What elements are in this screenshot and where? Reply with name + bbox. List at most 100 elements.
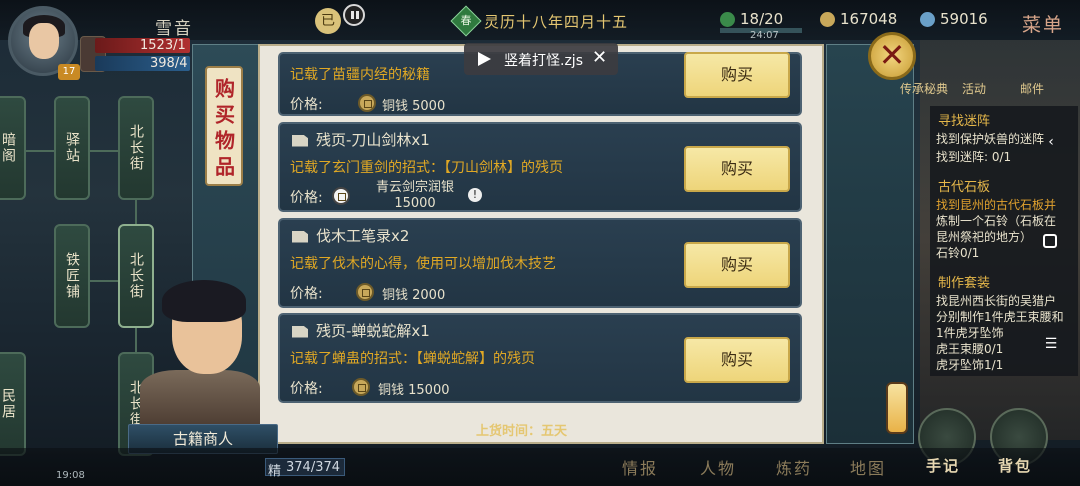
quest-title: 寻找迷阵	[938, 114, 991, 129]
pause-button[interactable]	[343, 4, 365, 26]
merchant-body	[140, 370, 260, 430]
recording-filename: 竖着打怪.zjs	[504, 53, 583, 69]
copper-coin-icon	[352, 378, 370, 396]
info-icon[interactable]: !	[468, 188, 482, 202]
map-node-label: 民居	[0, 388, 16, 420]
map-node-label: 铁匠铺	[64, 252, 80, 300]
shop-tab-buy[interactable]: 购买物品	[205, 66, 243, 186]
item-title-text: 残页-刀山剑林x1	[316, 131, 430, 149]
lantern-icon	[886, 382, 908, 434]
close-recording-icon[interactable]: ✕	[592, 47, 607, 68]
bottom-bar	[0, 448, 1080, 486]
quest-line: 分别制作1件虎王束腰和	[936, 310, 1064, 324]
price-label: 价格:	[290, 190, 323, 206]
nav-notebook[interactable]: 手记	[926, 455, 960, 476]
nav-map[interactable]: 地图	[850, 455, 886, 479]
map-node-beichangjie[interactable]: 北长街	[118, 96, 154, 200]
buy-button[interactable]: 购买	[684, 242, 790, 288]
book-icon	[292, 325, 308, 338]
buy-button[interactable]: 购买	[684, 146, 790, 192]
chevron-left-icon[interactable]: ‹	[1043, 134, 1059, 150]
hp-value: 1523/1	[140, 38, 186, 53]
events-label[interactable]: 活动	[962, 80, 986, 97]
avatar-face	[29, 23, 59, 59]
book-icon	[292, 230, 308, 243]
map-node-label: 驿站	[64, 132, 80, 164]
item-price: 青云剑宗润银 15000	[375, 180, 454, 211]
silver-value: 59016	[940, 10, 988, 28]
map-node-minju[interactable]: 民居	[0, 352, 26, 456]
item-title: 残页-刀山剑林x1	[292, 129, 430, 150]
map-node-label: 暗阁	[0, 132, 16, 164]
item-title: 伐木工笔录x2	[292, 225, 409, 246]
map-node-label: 北长街	[128, 124, 144, 172]
game-date: 灵历十八年四月十五	[484, 13, 629, 31]
stamina-value: 18/20	[740, 10, 784, 28]
buy-button[interactable]: 购买	[684, 52, 790, 98]
copper-coin-icon	[358, 94, 376, 112]
square-icon[interactable]	[1043, 234, 1057, 248]
nav-intel[interactable]: 情报	[622, 455, 658, 479]
menu-button[interactable]: 菜单	[1022, 10, 1064, 37]
legacy-tome-label[interactable]: 传承秘典	[900, 80, 948, 97]
buy-button[interactable]: 购买	[684, 337, 790, 383]
item-title-text: 伐木工笔录x2	[316, 227, 410, 245]
quest-line: 炼制一个石铃（石板在	[936, 214, 1057, 228]
mail-label[interactable]: 邮件	[1020, 80, 1044, 97]
restock-time: 上货时间：五天	[476, 424, 568, 439]
quest-line: 找到昆州的古代石板并	[936, 198, 1057, 212]
quest-title: 制作套装	[938, 276, 991, 291]
shop-item: 残页-刀山剑林x1 记载了玄门重剑的招式：【刀山剑林】的残页 价格: 青云剑宗润…	[278, 122, 802, 212]
merchant-hair	[162, 280, 246, 322]
nav-backpack[interactable]: 背包	[998, 455, 1032, 476]
player-name: 雪音	[155, 19, 193, 39]
map-node-tiejiangpu[interactable]: 铁匠铺	[54, 224, 90, 328]
shop-tab-label: 购买物品	[211, 78, 236, 182]
close-icon[interactable]: ✕	[868, 32, 916, 80]
quest-line: 虎牙坠饰1/1	[936, 358, 1004, 372]
item-description: 记载了玄门重剑的招式：【刀山剑林】的残页	[290, 160, 563, 176]
item-description: 记载了伐木的心得，使用可以增加伐木技艺	[290, 256, 556, 272]
price-label: 价格:	[290, 97, 323, 113]
quest-line: 找昆州西长街的吴猎户	[936, 294, 1057, 308]
level-badge: 17	[58, 64, 80, 80]
quest-line: 昆州祭祀的地方）	[936, 230, 1033, 244]
nav-characters[interactable]: 人物	[700, 455, 736, 479]
play-icon[interactable]	[478, 52, 491, 66]
copper-value: 167048	[840, 10, 898, 28]
price-label: 价格:	[290, 381, 323, 397]
item-price: 铜钱 5000	[382, 99, 446, 114]
quest-title: 古代石板	[938, 180, 991, 195]
map-node-label: 北长街	[128, 252, 144, 300]
energy-value: 374/374	[286, 460, 341, 475]
system-clock: 19:08	[56, 470, 85, 481]
quest-line: 石铃0/1	[936, 246, 980, 260]
item-description: 记载了苗疆内经的秘籍	[290, 67, 430, 83]
map-node-beichangjie-current[interactable]: 北长街	[118, 224, 154, 328]
quest-line: 虎王束腰0/1	[936, 342, 1004, 356]
item-title-text: 残页-蝉蜕蛇解x1	[316, 322, 430, 340]
screen-recording-pill[interactable]: 竖着打怪.zjs ✕	[464, 43, 618, 75]
quest-line: 找到保护妖兽的迷阵	[936, 132, 1045, 146]
copper-coin-icon	[356, 283, 374, 301]
item-price: 铜钱 15000	[378, 383, 450, 398]
season-icon[interactable]: 已	[315, 8, 341, 34]
stamina-icon	[720, 12, 735, 27]
quest-line: 1件虎牙坠饰	[936, 326, 1004, 340]
silver-icon	[920, 12, 935, 27]
shop-item: 残页-蝉蜕蛇解x1 记载了蝉蛊的招式：【蝉蜕蛇解】的残页 价格: 铜钱 1500…	[278, 313, 802, 403]
map-node-yizhan[interactable]: 驿站	[54, 96, 90, 200]
stamina-timer: 24:07	[750, 30, 779, 41]
nav-alchemy[interactable]: 炼药	[776, 455, 812, 479]
copper-coin-icon	[820, 12, 835, 27]
price-label: 价格:	[290, 286, 323, 302]
item-title: 残页-蝉蜕蛇解x1	[292, 320, 430, 341]
energy-label: 精	[268, 464, 282, 479]
shop-item: 伐木工笔录x2 记载了伐木的心得，使用可以增加伐木技艺 价格: 铜钱 2000 …	[278, 218, 802, 308]
menu-icon[interactable]: ☰	[1043, 336, 1059, 352]
date-glyph: 春	[460, 14, 472, 27]
silver-coin-icon	[332, 187, 350, 205]
map-node-anke[interactable]: 暗阁	[0, 96, 26, 200]
item-price: 铜钱 2000	[382, 288, 446, 303]
mp-value: 398/4	[150, 56, 188, 71]
